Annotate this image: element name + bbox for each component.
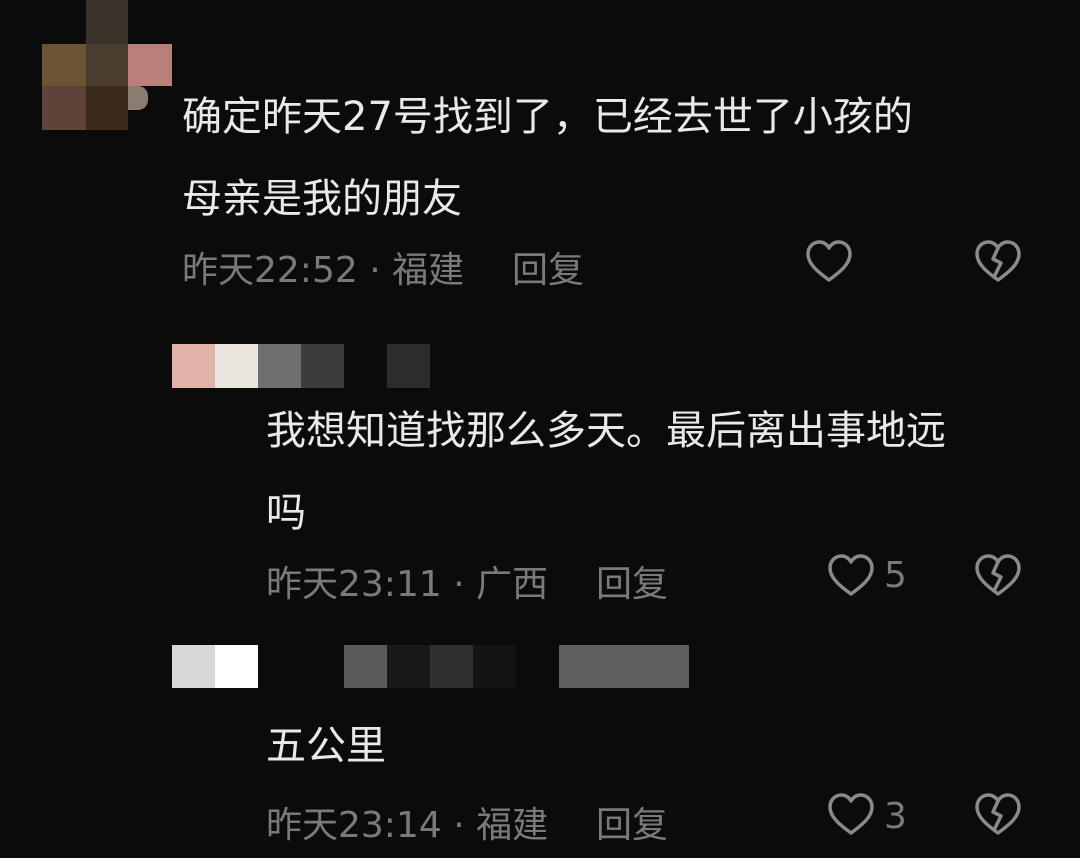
comment-time: 昨天23:11	[266, 564, 442, 605]
avatar-pixel	[42, 44, 86, 86]
meta-separator: ·	[369, 250, 381, 291]
redaction-pixel	[430, 645, 473, 688]
redaction-pixel	[387, 645, 430, 688]
avatar-pixel	[128, 86, 148, 110]
comment-time: 昨天23:14	[266, 805, 442, 846]
redaction-pixel	[172, 645, 215, 688]
avatar-pixel	[42, 86, 86, 130]
comment-text: 确定昨天27号找到了，已经去世了小孩的 母亲是我的朋友	[182, 94, 913, 222]
comment-time: 昨天22:52	[182, 250, 358, 291]
redaction-pixel	[215, 645, 258, 688]
comment-location: 福建	[392, 250, 465, 291]
username-redacted[interactable]	[172, 645, 692, 689]
comment-meta: 昨天23:14 · 福建	[266, 796, 548, 848]
meta-separator: ·	[453, 805, 465, 846]
comment-location: 广西	[476, 564, 549, 605]
like-count: 3	[884, 796, 907, 837]
reply-button[interactable]: 回复	[596, 796, 668, 848]
meta-separator: ·	[453, 564, 465, 605]
username-redacted[interactable]	[172, 344, 432, 388]
redaction-pixel	[172, 344, 215, 388]
like-count: 5	[884, 555, 907, 596]
avatar-pixel	[128, 44, 172, 86]
heart-outline-icon[interactable]	[826, 551, 876, 601]
broken-heart-icon[interactable]	[973, 790, 1023, 840]
avatar-pixel	[86, 44, 128, 86]
avatar-pixel	[86, 86, 128, 130]
broken-heart-icon[interactable]	[973, 551, 1023, 601]
avatar[interactable]	[42, 0, 172, 130]
heart-outline-icon[interactable]	[826, 790, 876, 840]
comment-text: 五公里	[266, 723, 386, 769]
comment-text: 我想知道找那么多天。最后离出事地远 吗	[266, 408, 946, 536]
heart-outline-icon[interactable]	[804, 237, 854, 287]
redaction-pixel	[387, 344, 430, 388]
comment-meta: 昨天22:52 · 福建	[182, 241, 464, 293]
redaction-pixel	[301, 344, 344, 388]
redaction-pixel	[473, 645, 516, 688]
reply-button[interactable]: 回复	[596, 555, 668, 607]
redaction-pixel	[215, 344, 258, 388]
broken-heart-icon[interactable]	[973, 237, 1023, 287]
comment-meta: 昨天23:11 · 广西	[266, 555, 548, 607]
redaction-pixel	[559, 645, 689, 688]
redaction-pixel	[258, 344, 301, 388]
avatar-pixel	[86, 0, 128, 44]
redaction-pixel	[344, 645, 387, 688]
reply-button[interactable]: 回复	[512, 241, 584, 293]
comment-location: 福建	[476, 805, 549, 846]
